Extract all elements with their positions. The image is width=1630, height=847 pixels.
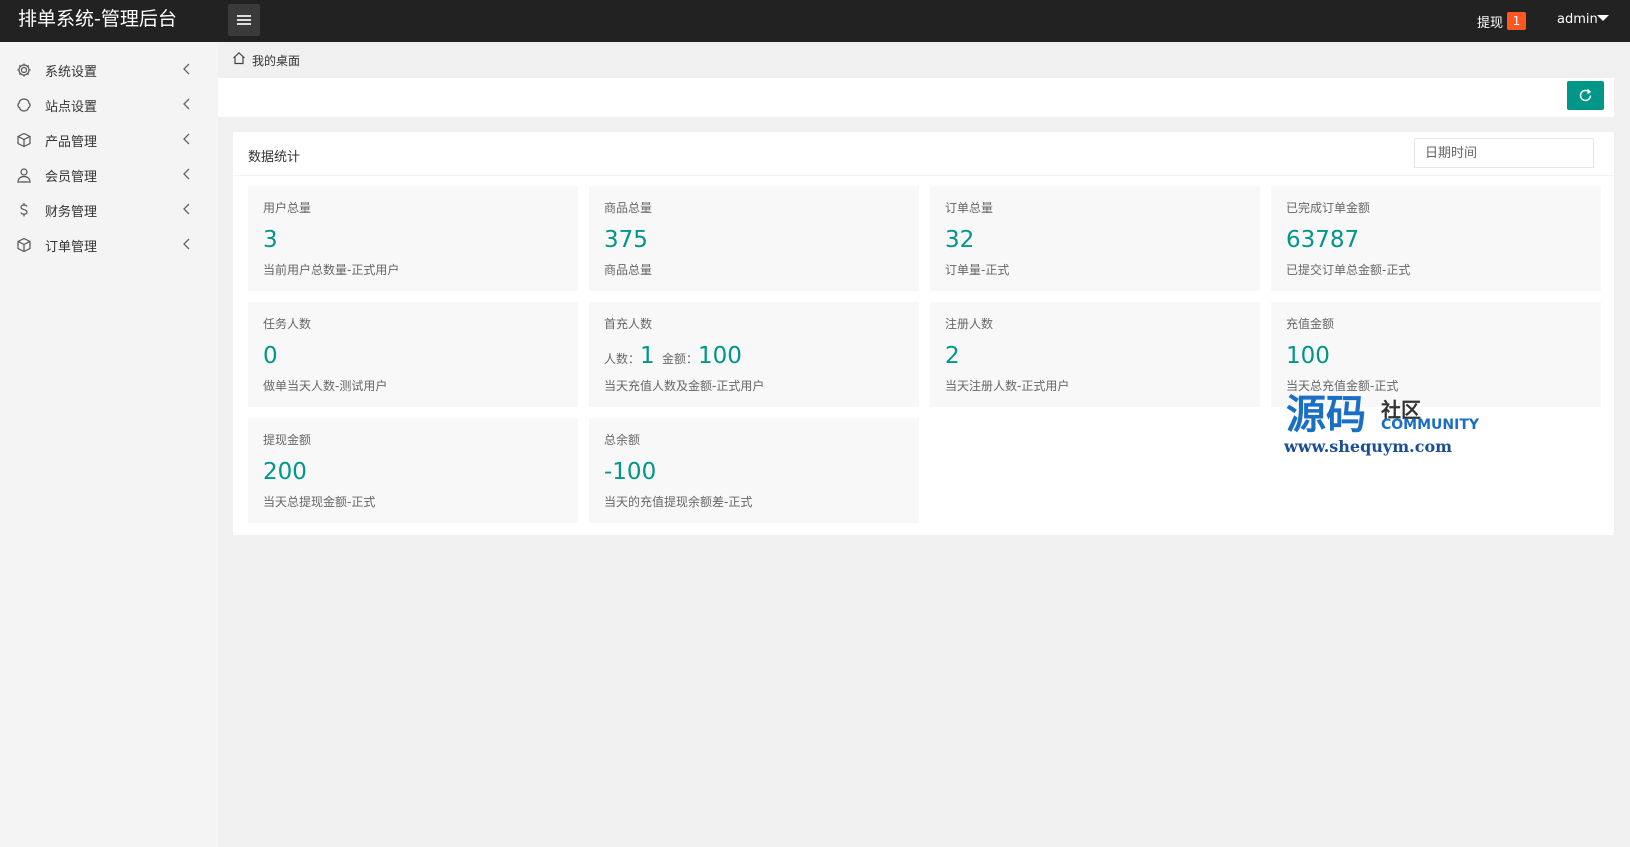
stat-card-first-recharge: 首充人数 人数：1 金额：100 当天充值人数及金额-正式用户 <box>589 302 919 407</box>
sidebar-item-site-settings[interactable]: 站点设置 <box>0 89 218 121</box>
sidebar-item-label: 系统设置 <box>45 65 98 80</box>
stat-card-registered-users: 注册人数 2 当天注册人数-正式用户 <box>930 302 1260 407</box>
watermark-community: COMMUNITY <box>1381 417 1480 433</box>
app-title: 排单系统-管理后台 <box>18 8 177 30</box>
sidebar-item-finance-management[interactable]: 财务管理 <box>0 194 218 226</box>
dollar-icon <box>20 203 28 217</box>
stat-desc: 做单当天人数-测试用户 <box>263 379 388 393</box>
stat-label: 任务人数 <box>263 317 312 331</box>
stat-label: 首充人数 <box>604 317 653 331</box>
stat-card-total-orders: 订单总量 32 订单量-正式 <box>930 186 1260 291</box>
stat-card-task-users: 任务人数 0 做单当天人数-测试用户 <box>248 302 578 407</box>
refresh-button[interactable] <box>1567 81 1604 110</box>
stat-card-total-products: 商品总量 375 商品总量 <box>589 186 919 291</box>
stat-value: 0 <box>263 343 278 369</box>
stat-label: 商品总量 <box>604 201 653 215</box>
toolbar <box>218 78 1614 117</box>
top-header: 排单系统-管理后台 提现 1 admin <box>0 0 1630 42</box>
count-value: 1 <box>640 343 655 369</box>
stat-label: 总余额 <box>604 433 641 447</box>
stat-desc: 订单量-正式 <box>945 263 1010 277</box>
stat-desc: 已提交订单总金额-正式 <box>1286 263 1411 277</box>
chevron-left-icon <box>183 238 190 250</box>
menu-icon <box>237 15 251 17</box>
chevron-left-icon <box>183 203 190 215</box>
stat-desc: 当前用户总数量-正式用户 <box>263 263 400 277</box>
user-icon <box>17 168 31 183</box>
stat-card-completed-order-amount: 已完成订单金额 63787 已提交订单总金额-正式 <box>1271 186 1601 291</box>
sidebar-item-label: 订单管理 <box>45 240 98 255</box>
stats-panel: 数据统计 用户总量 3 当前用户总数量-正式用户 商品总量 375 商品总量 订… <box>233 132 1614 535</box>
menu-toggle-button[interactable] <box>228 4 260 36</box>
stat-value: -100 <box>604 459 657 485</box>
stat-card-total-balance: 总余额 -100 当天的充值提现余额差-正式 <box>589 418 919 523</box>
stat-value: 63787 <box>1286 227 1360 253</box>
sidebar-item-member-management[interactable]: 会员管理 <box>0 159 218 191</box>
sidebar: 系统设置 站点设置 产品管理 会员管理 财务管理 订单管理 <box>0 42 218 847</box>
watermark-main: 源码 <box>1286 392 1366 438</box>
order-box-icon <box>17 237 31 253</box>
sidebar-item-system-settings[interactable]: 系统设置 <box>0 54 218 86</box>
stat-desc: 当天注册人数-正式用户 <box>945 379 1070 393</box>
stat-label: 提现金额 <box>263 433 312 447</box>
user-menu[interactable]: admin <box>1557 12 1598 27</box>
withdraw-link[interactable]: 提现 <box>1477 12 1503 31</box>
stat-label: 订单总量 <box>945 201 994 215</box>
refresh-icon <box>1579 88 1592 102</box>
stat-value: 375 <box>604 227 648 253</box>
stat-value: 3 <box>263 227 278 253</box>
stat-card-withdraw-amount: 提现金额 200 当天总提现金额-正式 <box>248 418 578 523</box>
stat-desc: 当天充值人数及金额-正式用户 <box>604 379 765 393</box>
menu-icon-bar <box>237 23 251 25</box>
home-icon[interactable] <box>232 51 246 65</box>
withdraw-badge: 1 <box>1507 12 1526 30</box>
count-label: 人数： <box>604 352 641 366</box>
chevron-left-icon <box>183 98 190 110</box>
sidebar-item-label: 会员管理 <box>45 170 98 185</box>
gear-icon <box>17 63 31 77</box>
sidebar-item-label: 产品管理 <box>45 135 98 150</box>
stat-desc: 商品总量 <box>604 263 653 277</box>
stat-value: 32 <box>945 227 975 253</box>
chevron-left-icon <box>183 133 190 145</box>
sidebar-item-order-management[interactable]: 订单管理 <box>0 229 218 261</box>
sidebar-item-product-management[interactable]: 产品管理 <box>0 124 218 156</box>
sidebar-item-label: 站点设置 <box>45 100 98 115</box>
chevron-left-icon <box>183 168 190 180</box>
stat-desc: 当天的充值提现余额差-正式 <box>604 495 753 509</box>
stat-value: 200 <box>263 459 307 485</box>
caret-down-icon[interactable] <box>1597 15 1609 21</box>
site-icon <box>17 98 31 112</box>
stat-value-group: 人数：1 金额：100 <box>604 342 742 373</box>
watermark-url: www.shequym.com <box>1284 437 1453 456</box>
amount-value: 100 <box>697 343 742 369</box>
box-icon <box>17 132 31 148</box>
panel-title: 数据统计 <box>248 150 301 165</box>
menu-icon-bar <box>237 19 251 21</box>
stat-desc: 当天总提现金额-正式 <box>263 495 376 509</box>
amount-label: 金额： <box>661 352 698 366</box>
chevron-left-icon <box>183 63 190 75</box>
watermark-logo: 源码 社区 COMMUNITY www.shequym.com <box>1284 392 1496 462</box>
panel-header: 数据统计 <box>233 132 1614 176</box>
stat-label: 充值金额 <box>1286 317 1335 331</box>
stat-value: 100 <box>1286 343 1330 369</box>
stat-card-total-users: 用户总量 3 当前用户总数量-正式用户 <box>248 186 578 291</box>
date-time-input[interactable] <box>1414 138 1594 168</box>
breadcrumb: 我的桌面 <box>218 42 1630 78</box>
stat-label: 用户总量 <box>263 201 312 215</box>
sidebar-item-label: 财务管理 <box>45 205 98 220</box>
stat-label: 已完成订单金额 <box>1286 201 1371 215</box>
stat-value: 2 <box>945 343 960 369</box>
breadcrumb-current[interactable]: 我的桌面 <box>252 52 300 69</box>
stat-label: 注册人数 <box>945 317 994 331</box>
